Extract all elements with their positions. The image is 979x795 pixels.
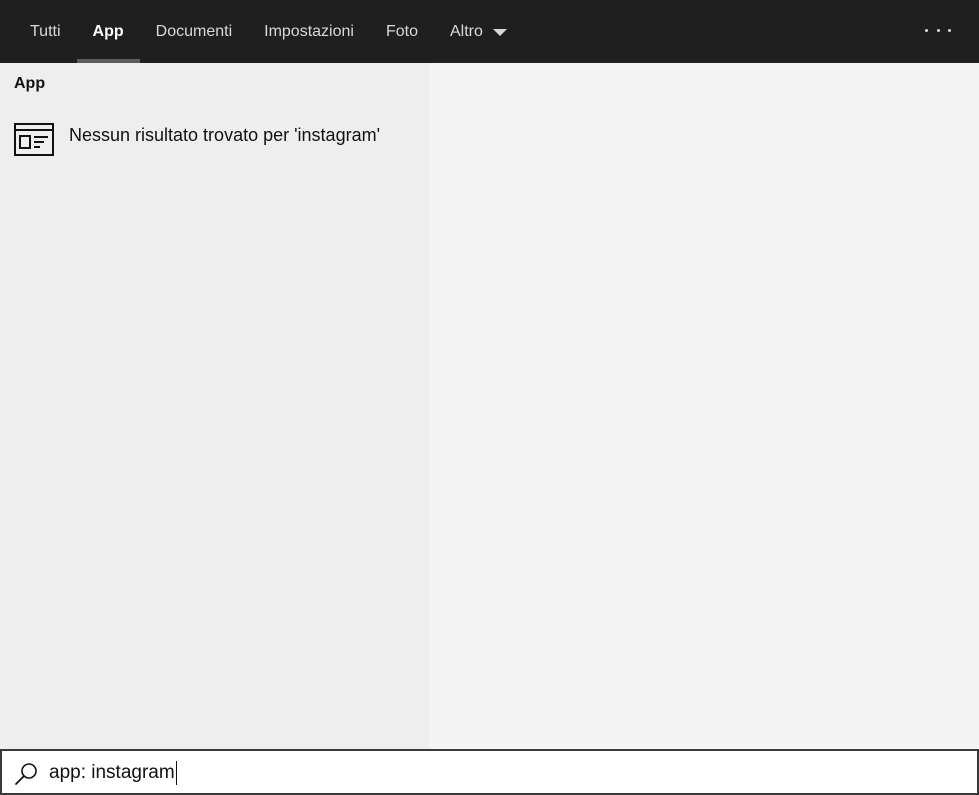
chevron-down-icon xyxy=(492,29,507,36)
no-results-item: Nessun risultato trovato per 'instagram' xyxy=(0,115,429,161)
search-input[interactable]: app: instagram xyxy=(49,757,177,789)
filter-tab-bar: Tutti App Documenti Impostazioni Foto Al… xyxy=(0,0,979,63)
tab-documenti[interactable]: Documenti xyxy=(140,0,248,63)
tab-label: Documenti xyxy=(155,22,233,40)
tab-label: Tutti xyxy=(30,22,61,40)
more-options-button[interactable] xyxy=(925,18,951,42)
tab-label: Altro xyxy=(449,22,483,40)
tab-altro-dropdown[interactable]: Altro xyxy=(434,0,523,63)
tab-tutti[interactable]: Tutti xyxy=(14,0,77,63)
more-horizontal-icon xyxy=(948,28,951,32)
search-icon xyxy=(15,763,37,785)
more-horizontal-icon xyxy=(925,28,928,32)
tab-label: Impostazioni xyxy=(264,22,354,40)
search-box[interactable]: app: instagram xyxy=(0,749,979,795)
more-horizontal-icon xyxy=(936,28,940,32)
results-pane: App Nessun risultato trovato per 'instag… xyxy=(0,63,429,749)
search-window: Tutti App Documenti Impostazioni Foto Al… xyxy=(0,0,979,795)
app-window-icon xyxy=(14,123,54,156)
search-input-value: app: instagram xyxy=(49,762,175,783)
no-results-message: Nessun risultato trovato per 'instagram' xyxy=(69,125,381,145)
tab-app[interactable]: App xyxy=(76,0,140,63)
text-cursor xyxy=(175,761,177,785)
tab-label: App xyxy=(92,22,124,40)
tab-impostazioni[interactable]: Impostazioni xyxy=(248,0,370,63)
preview-pane xyxy=(429,63,979,749)
tab-label: Foto xyxy=(385,22,418,40)
results-section-title: App xyxy=(14,75,46,92)
tab-foto[interactable]: Foto xyxy=(370,0,434,63)
filter-tabs: Tutti App Documenti Impostazioni Foto Al… xyxy=(14,0,523,63)
